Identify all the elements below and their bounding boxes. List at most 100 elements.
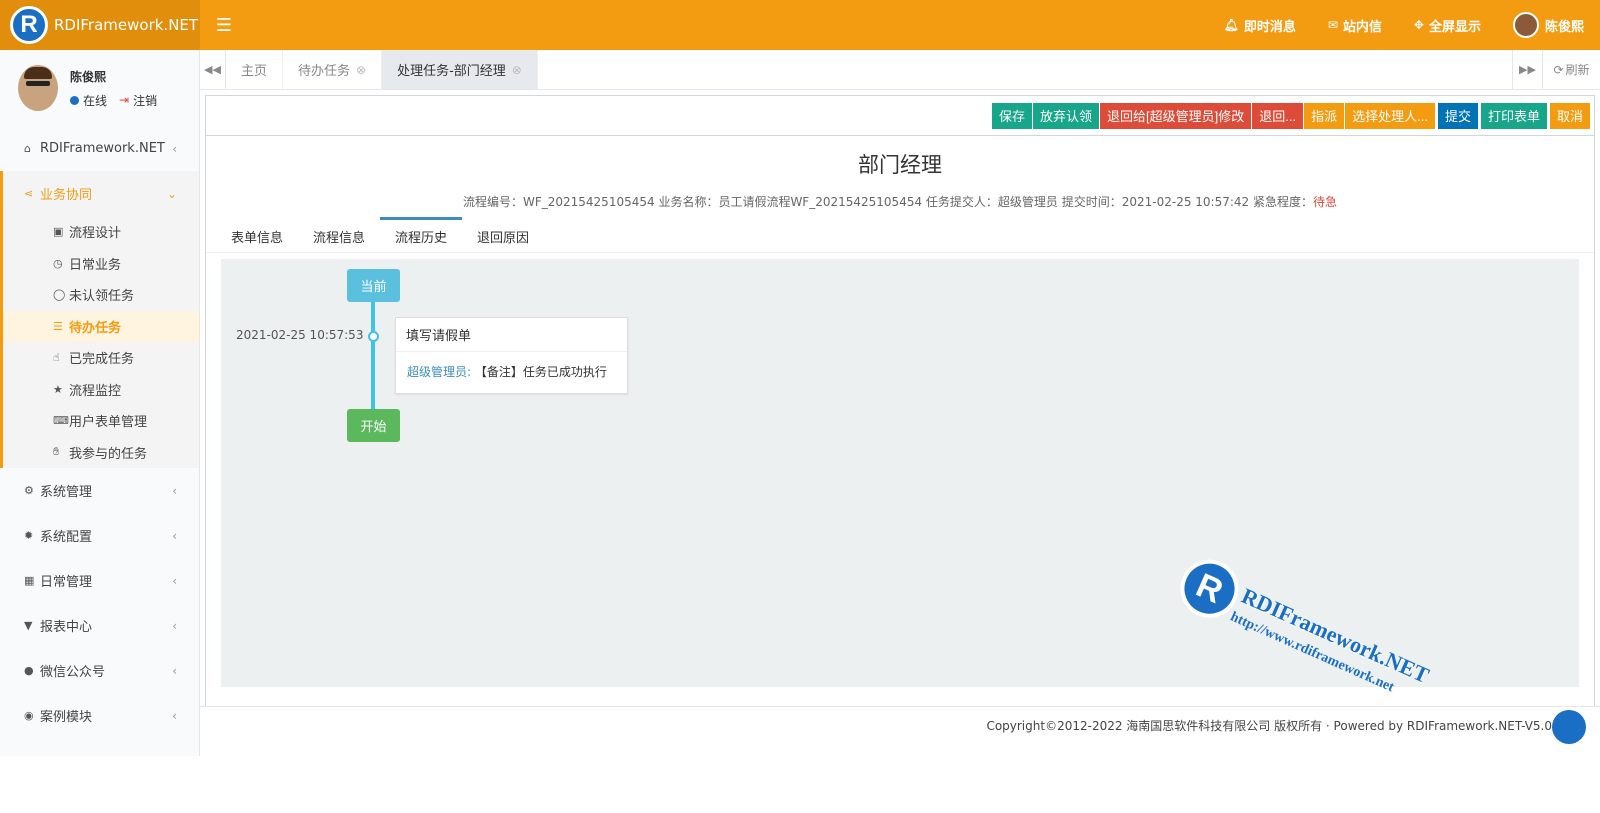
sidebar-subitem-label: 待办任务 [69,320,122,336]
tab-label: 待办任务 [298,64,351,79]
return-button[interactable]: 退回... [1252,102,1304,129]
return-to-admin-button[interactable]: 退回给[超级管理员]修改 [1100,102,1252,129]
logo-text: RDIFramework.NET [54,16,199,34]
envelope-icon: ✉ [1327,18,1338,32]
filter-icon: ▼ [24,619,33,632]
sidebar-item-case-module[interactable]: ◉ 案例模块 ‹ [0,693,199,738]
top-navbar: R RDIFramework.NET ☰ 🔔︎ 即时消息 ✉ 站内信 ✥ 全屏显… [0,0,1600,50]
timeline-card: 填写请假单 超级管理员: 【备注】任务已成功执行 [395,317,628,394]
sidebar-toggle-button[interactable]: ☰ [200,0,248,50]
user-menu-button[interactable]: 陈俊熙 [1497,0,1600,50]
timeline-start-badge: 开始 [347,409,400,442]
submit-button[interactable]: 提交 [1437,102,1478,129]
main-content: 保存 放弃认领 退回给[超级管理员]修改 退回... 指派 选择处理人... 提… [205,95,1595,715]
sidebar-subitem-daily-business[interactable]: ◷ 日常业务 [3,248,199,280]
sidebar-subitem-process-monitor[interactable]: ★ 流程监控 [3,374,199,406]
logout-icon[interactable]: ⇥ [119,93,129,107]
bell-icon: 🔔︎ [1223,18,1239,32]
sidebar-item-label: 业务协同 [40,188,93,203]
sidebar-item-daily-management[interactable]: ▦ 日常管理 ‹ [0,558,199,603]
chevron-left-icon: ‹ [172,141,177,156]
tab-return-reason[interactable]: 退回原因 [462,217,544,252]
timeline-current-badge: 当前 [347,269,400,302]
cogs-icon: ⚙ [24,484,34,497]
sidebar-item-label: 微信公众号 [40,665,106,680]
sidebar-subitem-process-design[interactable]: ▣ 流程设计 [3,216,199,248]
page-tabs-bar: ◀◀ 主页 待办任务 ⊗ 处理任务-部门经理 ⊗ ▶▶ ⟳ 刷新 [200,50,1600,90]
sidebar-item-wechat[interactable]: ● 微信公众号 ‹ [0,648,199,693]
print-form-button[interactable]: 打印表单 [1480,102,1547,129]
home-icon: ⌂ [24,142,31,155]
urgency-value: 待急 [1313,195,1338,209]
user-panel: 陈俊熙 在线 ⇥ 注销 [0,50,199,126]
sidebar: 陈俊熙 在线 ⇥ 注销 ⌂ RDIFramework.NET ‹ ⋖ 业务协同 … [0,50,200,756]
sidebar-item-label: 日常管理 [40,575,93,590]
tab-process-task[interactable]: 处理任务-部门经理 ⊗ [382,50,538,89]
sidebar-item-business[interactable]: ⋖ 业务协同 ⌄ [3,171,199,216]
backward-icon: ◀◀ [204,63,221,76]
logout-link[interactable]: 注销 [133,92,157,109]
timeline: 当前 2021-02-25 10:57:53 填写请假单 超级管理员: 【备注】… [221,259,1579,687]
sidebar-subitem-my-tasks[interactable]: ✋︎ 我参与的任务 [3,437,199,469]
tabs-scroll-right-button[interactable]: ▶▶ [1512,50,1542,89]
edit-icon: ▣ [53,225,64,239]
sidebar-subitem-label: 用户表单管理 [69,415,148,431]
expand-icon: ✥ [1413,18,1424,32]
close-icon[interactable]: ⊗ [512,63,522,77]
cancel-button[interactable]: 取消 [1549,102,1590,129]
footer-copyright: Copyright©2012-2022 海南国思软件科技有限公司 版权所有 · … [986,718,1552,733]
sidebar-item-system-management[interactable]: ⚙ 系统管理 ‹ [0,468,199,513]
abandon-claim-button[interactable]: 放弃认领 [1033,102,1100,129]
fullscreen-button[interactable]: ✥ 全屏显示 [1398,0,1497,50]
sidebar-subitem-todo-tasks[interactable]: ☰ 待办任务 [3,310,199,342]
tab-todo-tasks[interactable]: 待办任务 ⊗ [283,50,383,89]
assign-button[interactable]: 指派 [1304,102,1345,129]
instant-message-button[interactable]: 🔔︎ 即时消息 [1208,0,1312,50]
select-handler-button[interactable]: 选择处理人... [1345,102,1435,129]
footer: Copyright©2012-2022 海南国思软件科技有限公司 版权所有 · … [200,706,1600,743]
tab-process-info[interactable]: 流程信息 [298,217,380,252]
sidebar-item-report-center[interactable]: ▼ 报表中心 ‹ [0,603,199,648]
timeline-card-text: 【备注】任务已成功执行 [474,365,607,379]
clock-icon: ◷ [53,256,63,270]
chevron-down-icon: ⌄ [166,186,177,201]
hand-paper-icon: ✋︎ [53,445,60,459]
instant-message-label: 即时消息 [1243,19,1296,35]
sidebar-item-label: RDIFramework.NET [40,141,165,156]
online-status-icon [70,95,79,105]
sidebar-group-business: ⋖ 业务协同 ⌄ ▣ 流程设计 ◷ 日常业务 ◯ 未认领任务 ☰ 待办任务 ☝ … [0,171,199,468]
tabs-scroll-left-button[interactable]: ◀◀ [200,50,226,89]
tab-label: 处理任务-部门经理 [397,64,506,79]
close-icon[interactable]: ⊗ [356,63,366,77]
sidebar-item-rdiframework[interactable]: ⌂ RDIFramework.NET ‹ [0,126,199,171]
sidebar-item-label: 系统配置 [40,530,93,545]
timeline-time: 2021-02-25 10:57:53 [236,328,364,342]
app-logo[interactable]: R RDIFramework.NET [0,0,200,50]
keyboard-icon: ⌨ [53,414,69,428]
tab-process-history[interactable]: 流程历史 [380,217,463,252]
tab-form-info[interactable]: 表单信息 [216,217,298,252]
process-meta: 流程编号：WF_20215425105454 业务名称：员工请假流程WF_202… [206,193,1594,210]
sidebar-subitem-unclaimed-tasks[interactable]: ◯ 未认领任务 [3,279,199,311]
sidebar-subitem-label: 未认领任务 [69,289,135,305]
save-button[interactable]: 保存 [991,102,1032,129]
timeline-card-title: 填写请假单 [396,318,627,352]
sidebar-item-label: 系统管理 [40,485,93,500]
refresh-button[interactable]: ⟳ 刷新 [1542,50,1600,89]
tasks-icon: ☰ [53,319,63,333]
sidebar-item-label: 案例模块 [40,710,93,725]
user-name-label: 陈俊熙 [1544,19,1584,35]
tab-home[interactable]: 主页 [226,50,284,89]
form-tabs: 表单信息 流程信息 流程历史 退回原因 [206,217,1594,253]
chevron-left-icon: ‹ [172,663,177,678]
chat-icon[interactable] [1552,710,1586,744]
sidebar-subitem-user-forms[interactable]: ⌨ 用户表单管理 [3,405,199,437]
sidebar-subitem-completed-tasks[interactable]: ☝ 已完成任务 [3,342,199,374]
wechat-icon: ● [24,664,34,677]
calendar-icon: ▦ [24,574,35,587]
avatar [1512,12,1539,38]
fullscreen-label: 全屏显示 [1428,19,1481,35]
chevron-left-icon: ‹ [172,573,177,588]
inbox-button[interactable]: ✉ 站内信 [1312,0,1398,50]
sidebar-item-system-config[interactable]: ✹ 系统配置 ‹ [0,513,199,558]
